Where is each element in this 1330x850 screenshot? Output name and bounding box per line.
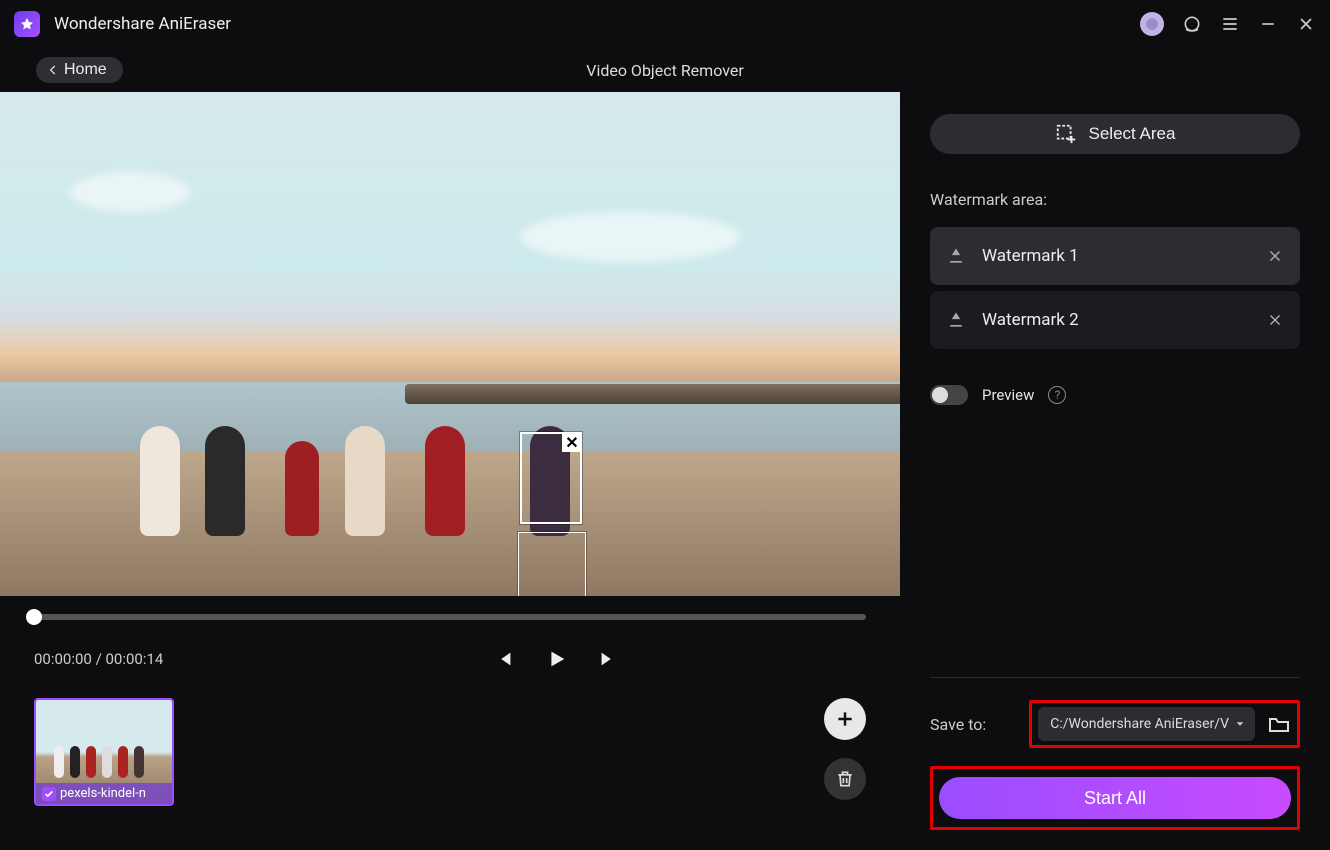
chevron-left-icon (46, 63, 60, 77)
scene-person (285, 441, 319, 536)
browse-folder-icon[interactable] (1267, 712, 1291, 736)
support-icon[interactable] (1182, 14, 1202, 34)
prev-frame-icon[interactable] (493, 648, 515, 670)
remove-watermark-icon[interactable] (1266, 311, 1284, 329)
add-clip-button[interactable] (824, 698, 866, 740)
watermark-item[interactable]: Watermark 2 (930, 291, 1300, 349)
close-icon[interactable] (1296, 14, 1316, 34)
home-button[interactable]: Home (36, 57, 123, 83)
editor-pane: ✕ 00:00:00 / 00:00:14 (0, 92, 900, 850)
selection-box[interactable]: ✕ (520, 432, 582, 524)
cloud-decoration (70, 172, 190, 212)
scene-person (345, 426, 385, 536)
help-icon[interactable]: ? (1048, 386, 1066, 404)
home-button-label: Home (64, 61, 107, 79)
start-all-label: Start All (1084, 788, 1146, 808)
watermark-name: Watermark 2 (982, 310, 1079, 330)
timeline: 00:00:00 / 00:00:14 (0, 596, 900, 670)
side-panel: Select Area Watermark area: Watermark 1 … (900, 92, 1330, 850)
watermark-icon (946, 310, 966, 330)
watermark-item[interactable]: Watermark 1 (930, 227, 1300, 285)
subheader: Home Video Object Remover (0, 48, 1330, 92)
app-name: Wondershare AniEraser (54, 14, 231, 34)
scene-person (425, 426, 465, 536)
clip-checked-icon[interactable] (42, 787, 56, 801)
plus-icon (835, 709, 855, 729)
delete-clip-button[interactable] (824, 758, 866, 800)
scene-pier (405, 384, 900, 404)
clip-thumbnail[interactable]: pexels-kindel-n (34, 698, 174, 806)
titlebar: Wondershare AniEraser (0, 0, 1330, 48)
scene-person (205, 426, 245, 536)
save-path-dropdown[interactable]: C:/Wondershare AniEraser/V (1038, 707, 1255, 741)
timecode: 00:00:00 / 00:00:14 (34, 650, 163, 668)
scene-person (140, 426, 180, 536)
app-logo (14, 11, 40, 37)
select-area-label: Select Area (1089, 124, 1176, 144)
page-title: Video Object Remover (586, 61, 744, 80)
next-frame-icon[interactable] (597, 648, 619, 670)
timeline-track[interactable] (34, 614, 866, 620)
clip-label: pexels-kindel-n (36, 783, 172, 804)
watermark-section-label: Watermark area: (930, 190, 1300, 209)
select-area-button[interactable]: Select Area (930, 114, 1300, 154)
save-path-value: C:/Wondershare AniEraser/V (1050, 716, 1229, 732)
selection-box[interactable] (518, 532, 586, 596)
video-preview[interactable]: ✕ (0, 92, 900, 596)
remove-watermark-icon[interactable] (1266, 247, 1284, 265)
app-logo-icon (19, 16, 35, 32)
watermark-icon (946, 246, 966, 266)
preview-toggle[interactable] (930, 385, 968, 405)
selection-close-icon[interactable]: ✕ (562, 432, 582, 452)
trash-icon (835, 769, 855, 789)
start-all-button[interactable]: Start All (939, 777, 1291, 819)
divider (930, 677, 1300, 678)
chevron-down-icon (1233, 717, 1247, 731)
cloud-decoration (520, 212, 740, 262)
save-to-row: Save to: C:/Wondershare AniEraser/V (930, 700, 1300, 748)
timeline-playhead[interactable] (26, 609, 42, 625)
save-to-label: Save to: (930, 715, 986, 734)
clip-filename: pexels-kindel-n (60, 786, 146, 801)
clips-strip: pexels-kindel-n (0, 698, 900, 814)
play-icon[interactable] (545, 648, 567, 670)
watermark-name: Watermark 1 (982, 246, 1079, 266)
minimize-icon[interactable] (1258, 14, 1278, 34)
select-area-icon (1055, 123, 1077, 145)
preview-toggle-label: Preview (982, 386, 1034, 404)
user-avatar[interactable] (1140, 12, 1164, 36)
menu-icon[interactable] (1220, 14, 1240, 34)
